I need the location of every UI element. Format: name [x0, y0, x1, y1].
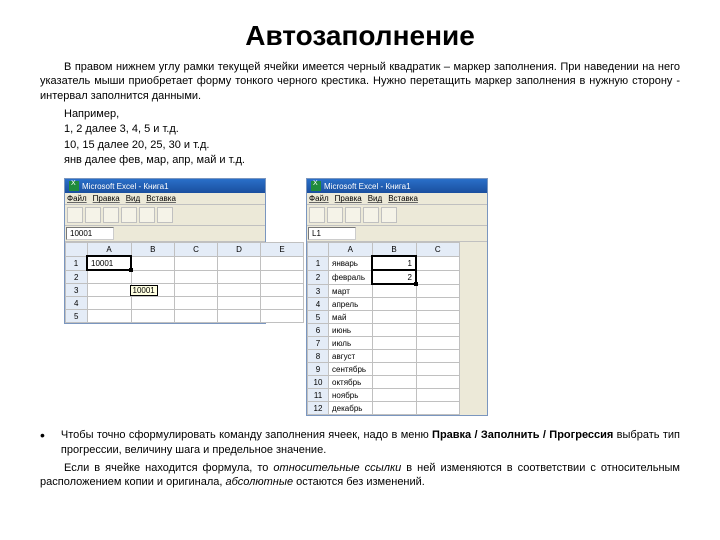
example-label: Например, — [64, 107, 680, 122]
col-header[interactable]: D — [218, 243, 261, 257]
menu-item[interactable]: Вид — [126, 194, 140, 203]
menu-item[interactable]: Вид — [368, 194, 382, 203]
name-box[interactable]: 10001 — [66, 227, 114, 240]
footer-paragraph: Если в ячейке находится формула, то отно… — [40, 461, 680, 490]
cell[interactable]: сентябрь — [329, 363, 373, 376]
col-header[interactable]: A — [87, 243, 131, 257]
toolbar — [65, 205, 265, 226]
toolbar-button[interactable] — [363, 207, 379, 223]
cell[interactable]: 10001 — [87, 256, 131, 270]
toolbar — [307, 205, 487, 226]
spreadsheet-grid[interactable]: A B C 1январь1 2февраль2 3март 4апрель 5… — [307, 242, 460, 415]
row-header[interactable]: 2 — [66, 270, 88, 284]
cell[interactable]: март — [329, 284, 373, 298]
row-header[interactable]: 1 — [66, 256, 88, 270]
cell[interactable]: 2 — [372, 270, 416, 284]
page-title: Автозаполнение — [40, 20, 680, 52]
cell[interactable]: январь — [329, 256, 373, 270]
cell[interactable]: июнь — [329, 324, 373, 337]
toolbar-button[interactable] — [309, 207, 325, 223]
toolbar-button[interactable] — [85, 207, 101, 223]
cell[interactable]: апрель — [329, 298, 373, 311]
bullet-paragraph: • Чтобы точно сформулировать команду зап… — [40, 428, 680, 461]
toolbar-button[interactable] — [121, 207, 137, 223]
name-box[interactable]: L1 — [308, 227, 356, 240]
cell-drag-target[interactable]: 10001 — [87, 270, 131, 284]
example-line: 10, 15 далее 20, 25, 30 и т.д. — [64, 138, 680, 153]
menu-item[interactable]: Правка — [93, 194, 120, 203]
cell[interactable]: август — [329, 350, 373, 363]
toolbar-button[interactable] — [345, 207, 361, 223]
italic-term: абсолютные — [225, 476, 293, 488]
window-titlebar: Microsoft Excel - Книга1 — [307, 179, 487, 193]
cell[interactable]: 1 — [372, 256, 416, 270]
col-header[interactable]: B — [372, 243, 416, 257]
toolbar-button[interactable] — [327, 207, 343, 223]
toolbar-button[interactable] — [381, 207, 397, 223]
intro-text: В правом нижнем углу рамки текущей ячейк… — [40, 60, 680, 103]
menu-item[interactable]: Файл — [309, 194, 329, 203]
menubar: Файл Правка Вид Вставка — [65, 193, 265, 205]
text: Чтобы точно сформулировать команду запол… — [61, 429, 432, 441]
cell[interactable]: май — [329, 311, 373, 324]
window-titlebar: Microsoft Excel - Книга1 — [65, 179, 265, 193]
examples-block: Например, 1, 2 далее 3, 4, 5 и т.д. 10, … — [64, 107, 680, 169]
cell[interactable]: декабрь — [329, 402, 373, 415]
excel-screenshot-1: Microsoft Excel - Книга1 Файл Правка Вид… — [64, 178, 266, 324]
toolbar-button[interactable] — [67, 207, 83, 223]
italic-term: относительные ссылки — [273, 462, 401, 474]
col-header[interactable]: B — [131, 243, 175, 257]
menu-item[interactable]: Правка — [335, 194, 362, 203]
excel-icon — [311, 181, 321, 191]
menubar: Файл Правка Вид Вставка — [307, 193, 487, 205]
fill-tooltip: 10001 — [130, 285, 158, 296]
toolbar-button[interactable] — [157, 207, 173, 223]
excel-screenshot-2: Microsoft Excel - Книга1 Файл Правка Вид… — [306, 178, 488, 416]
menu-item[interactable]: Вставка — [388, 194, 418, 203]
cell[interactable]: ноябрь — [329, 389, 373, 402]
cell[interactable]: октябрь — [329, 376, 373, 389]
bullet-icon: • — [40, 428, 45, 461]
example-line: янв далее фев, мар, апр, май и т.д. — [64, 153, 680, 168]
toolbar-button[interactable] — [139, 207, 155, 223]
menu-item[interactable]: Вставка — [146, 194, 176, 203]
menu-item[interactable]: Файл — [67, 194, 87, 203]
toolbar-button[interactable] — [103, 207, 119, 223]
col-header[interactable]: C — [416, 243, 460, 257]
excel-icon — [69, 181, 79, 191]
example-line: 1, 2 далее 3, 4, 5 и т.д. — [64, 122, 680, 137]
window-title: Microsoft Excel - Книга1 — [82, 182, 169, 191]
window-title: Microsoft Excel - Книга1 — [324, 182, 411, 191]
col-header[interactable]: C — [175, 243, 218, 257]
cell[interactable]: июль — [329, 337, 373, 350]
menu-path-bold: Правка / Заполнить / Прогрессия — [432, 429, 613, 441]
col-header[interactable]: A — [329, 243, 373, 257]
col-header[interactable]: E — [261, 243, 304, 257]
spreadsheet-grid[interactable]: A B C D E 1 10001 2 10001 3 4 5 — [65, 242, 304, 323]
cell[interactable]: февраль — [329, 270, 373, 284]
